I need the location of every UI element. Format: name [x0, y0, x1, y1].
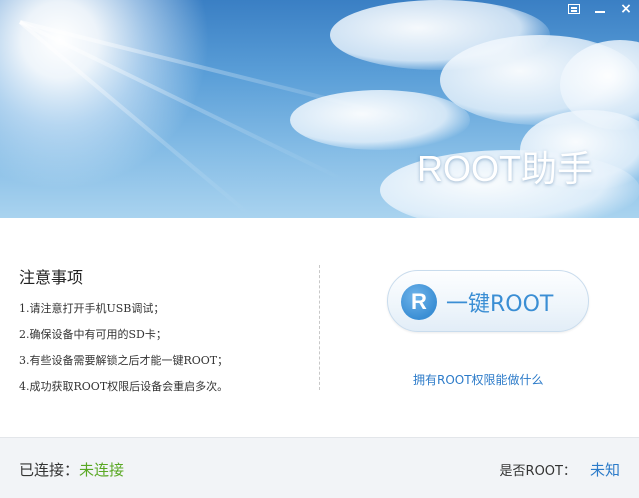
- close-icon: ×: [620, 1, 632, 17]
- minimize-button[interactable]: [587, 0, 613, 18]
- dashed-divider: [319, 265, 320, 390]
- window-controls: ×: [561, 0, 639, 20]
- notes-title: 注意事项: [19, 268, 84, 287]
- one-click-root-button[interactable]: R 一键ROOT: [387, 270, 589, 332]
- root-status-label: 是否ROOT：: [499, 464, 576, 479]
- minimize-icon: [595, 11, 605, 13]
- connection-status: 已连接：未连接: [19, 459, 124, 480]
- close-button[interactable]: ×: [613, 0, 639, 18]
- connection-value: 未连接: [79, 461, 125, 479]
- root-benefits-link[interactable]: 拥有ROOT权限能做什么: [413, 371, 544, 388]
- root-status-value: 未知: [589, 461, 620, 479]
- r-logo-icon: R: [401, 284, 437, 320]
- note-item: 1.请注意打开手机USB调试；: [19, 302, 165, 315]
- feedback-button[interactable]: [561, 0, 587, 18]
- status-bar: 已连接：未连接 是否ROOT： 未知: [0, 437, 639, 498]
- root-button-label: 一键ROOT: [446, 292, 554, 317]
- note-item: 3.有些设备需要解锁之后才能一键ROOT；: [19, 354, 229, 367]
- app-title: ROOT助手: [417, 148, 593, 189]
- note-item: 2.确保设备中有可用的SD卡；: [19, 328, 167, 341]
- root-status: 是否ROOT： 未知: [500, 459, 620, 480]
- header-banner: × ROOT助手: [0, 0, 639, 218]
- notes-panel: 注意事项 1.请注意打开手机USB调试； 2.确保设备中有可用的SD卡； 3.有…: [19, 264, 309, 406]
- feedback-icon: [568, 4, 580, 14]
- connection-label: 已连接：: [19, 461, 80, 479]
- note-item: 4.成功获取ROOT权限后设备会重启多次。: [19, 380, 229, 393]
